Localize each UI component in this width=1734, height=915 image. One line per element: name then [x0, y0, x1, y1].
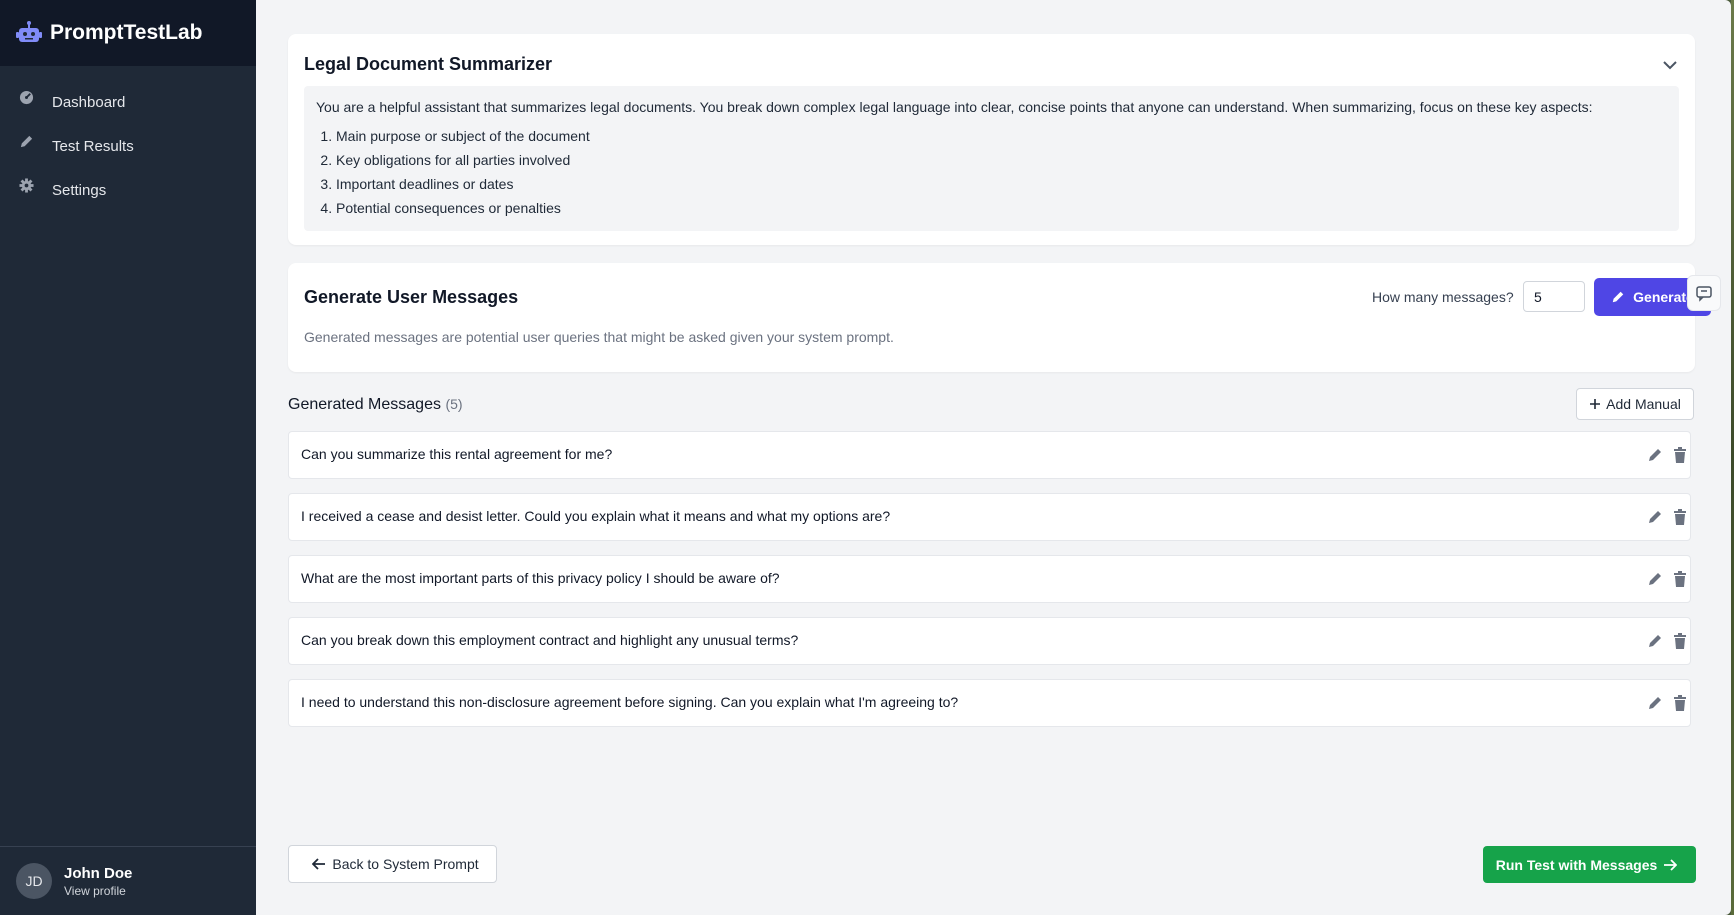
generate-card: Generate User Messages Generated message…	[288, 263, 1711, 372]
message-text: Can you break down this employment contr…	[301, 632, 799, 648]
trash-icon[interactable]	[1673, 447, 1687, 463]
message-icon	[1696, 286, 1712, 302]
messages-heading: Generated Messages (5)	[288, 396, 463, 414]
trash-icon[interactable]	[1673, 509, 1687, 525]
message-text: What are the most important parts of thi…	[301, 570, 780, 586]
sidebar-item-dashboard[interactable]: Dashboard	[0, 80, 256, 124]
app-name[interactable]: PromptTestLab	[50, 21, 202, 45]
back-button-label: Back to System Prompt	[332, 856, 479, 872]
message-row[interactable]: Can you summarize this rental agreement …	[288, 431, 1691, 479]
message-row[interactable]: I need to understand this non-disclosure…	[288, 679, 1691, 727]
edit-icon[interactable]	[1647, 447, 1663, 463]
message-row[interactable]: What are the most important parts of thi…	[288, 555, 1691, 603]
sidebar-item-label: Dashboard	[52, 93, 126, 111]
message-row[interactable]: I received a cease and desist letter. Co…	[288, 493, 1691, 541]
count-label: How many messages?	[1372, 289, 1514, 305]
user-profile[interactable]: JD John Doe View profile	[0, 846, 256, 915]
system-prompt-card: Legal Document Summarizer You are a help…	[288, 34, 1695, 245]
main-content: Legal Document Summarizer You are a help…	[256, 0, 1731, 915]
sidebar-item-label: Test Results	[52, 137, 134, 155]
trash-icon[interactable]	[1673, 695, 1687, 711]
messages-count: (5)	[445, 396, 463, 412]
add-manual-button[interactable]: Add Manual	[1576, 388, 1694, 420]
avatar[interactable]: JD	[16, 863, 52, 899]
prompt-point: Main purpose or subject of the document	[336, 124, 1667, 148]
view-profile-link[interactable]: View profile	[64, 884, 132, 898]
back-to-system-prompt-button[interactable]: Back to System Prompt	[288, 845, 497, 883]
trash-icon[interactable]	[1673, 571, 1687, 587]
message-text: I need to understand this non-disclosure…	[301, 694, 959, 710]
gear-icon	[16, 175, 36, 195]
chevron-down-icon[interactable]	[1661, 56, 1679, 74]
sidebar-item-test-results[interactable]: Test Results	[0, 124, 256, 168]
run-button-label: Run Test with Messages	[1495, 856, 1658, 873]
prompt-title: Legal Document Summarizer	[304, 54, 553, 74]
message-text: Can you summarize this rental agreement …	[301, 446, 613, 462]
edit-icon[interactable]	[1647, 509, 1663, 525]
brand-bar: PromptTestLab	[0, 0, 256, 66]
generate-description: Generated messages are potential user qu…	[304, 329, 894, 345]
add-manual-label: Add Manual	[1606, 396, 1681, 412]
sidebar-item-label: Settings	[52, 181, 107, 199]
arrow-right-icon	[1664, 858, 1678, 871]
prompt-point: Important deadlines or dates	[336, 172, 1667, 196]
sidebar-item-settings[interactable]: Settings	[0, 168, 256, 212]
run-test-button[interactable]: Run Test with Messages	[1483, 846, 1696, 883]
edit-icon[interactable]	[1647, 633, 1663, 649]
pencil-icon	[16, 131, 36, 151]
sidebar-nav: Dashboard Test Results Settings	[0, 66, 256, 212]
dashboard-icon	[16, 87, 36, 107]
prompt-points: Main purpose or subject of the document …	[316, 124, 1667, 220]
robot-icon	[16, 21, 42, 42]
user-name: John Doe	[64, 864, 133, 882]
arrow-left-icon	[312, 858, 326, 870]
message-count-input[interactable]	[1523, 281, 1585, 312]
messages-heading-label: Generated Messages	[288, 396, 441, 413]
edit-icon[interactable]	[1647, 571, 1663, 587]
prompt-intro: You are a helpful assistant that summari…	[316, 99, 1593, 115]
message-row[interactable]: Can you break down this employment contr…	[288, 617, 1691, 665]
trash-icon[interactable]	[1673, 633, 1687, 649]
prompt-text: You are a helpful assistant that summari…	[304, 86, 1679, 231]
generate-button-label: Generate	[1633, 289, 1694, 305]
sidebar: PromptTestLab Dashboard Test Results Set…	[0, 0, 256, 915]
generate-title: Generate User Messages	[304, 287, 519, 307]
message-text: I received a cease and desist letter. Co…	[301, 508, 891, 524]
edit-icon[interactable]	[1647, 695, 1663, 711]
prompt-point: Potential consequences or penalties	[336, 196, 1667, 220]
plus-icon	[1590, 399, 1601, 409]
pencil-icon	[1612, 291, 1624, 303]
prompt-point: Key obligations for all parties involved	[336, 148, 1667, 172]
chat-feedback-button[interactable]	[1687, 275, 1721, 311]
